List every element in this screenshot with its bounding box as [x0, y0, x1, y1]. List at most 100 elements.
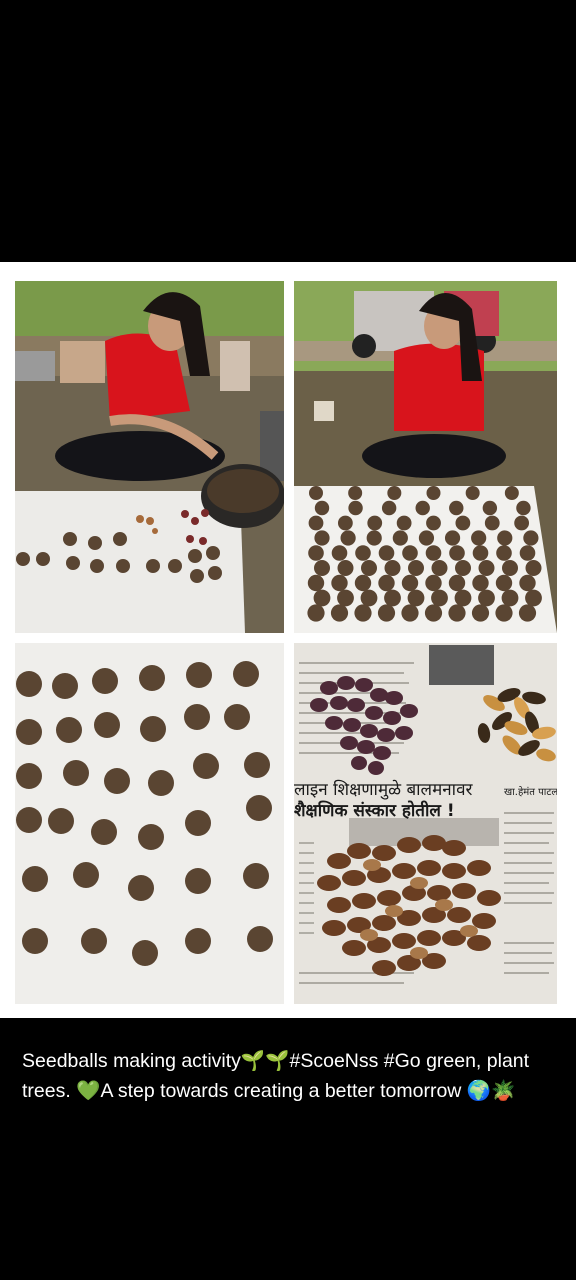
- seedball: [56, 717, 82, 743]
- seedball: [424, 604, 443, 622]
- photo-girl-with-seedballs[interactable]: [294, 281, 557, 633]
- seedball: [308, 545, 324, 561]
- seedball: [519, 545, 536, 561]
- seedball: [331, 574, 348, 592]
- seedball: [132, 940, 158, 966]
- seedball: [186, 662, 212, 688]
- seedball: [444, 530, 461, 546]
- seedball: [519, 574, 536, 592]
- seedball: [431, 560, 448, 576]
- seedball: [244, 752, 270, 778]
- seedball: [497, 530, 513, 546]
- seedball: [501, 589, 519, 607]
- seedball: [384, 560, 401, 576]
- photo-seedballs-closeup[interactable]: [15, 643, 284, 1004]
- photo-girl-making-seedballs[interactable]: [15, 281, 284, 633]
- seedball: [465, 486, 480, 500]
- seedball: [514, 515, 530, 531]
- seedball: [48, 808, 74, 834]
- seedball: [518, 604, 537, 622]
- seedball: [504, 486, 519, 500]
- seedball: [418, 530, 435, 546]
- seedball: [449, 545, 465, 561]
- seedball: [309, 486, 323, 500]
- seedball: [148, 770, 174, 796]
- seedball: [233, 661, 259, 687]
- seedball: [314, 560, 330, 576]
- seedball: [455, 515, 471, 531]
- seedball: [138, 824, 164, 850]
- seedball: [104, 768, 130, 794]
- seedball: [337, 560, 354, 576]
- seedball: [330, 604, 349, 622]
- seedball: [401, 604, 419, 622]
- seedball: [348, 500, 363, 516]
- seedball: [73, 862, 99, 888]
- seedball: [366, 530, 382, 546]
- seedball: [525, 589, 542, 607]
- seedball: [313, 589, 331, 607]
- seedball: [431, 589, 448, 607]
- seedball: [471, 530, 487, 546]
- seedball: [523, 530, 539, 546]
- seedball: [482, 500, 498, 516]
- seedball: [340, 530, 356, 546]
- seedball: [361, 560, 377, 576]
- newspaper-byline: खा.हेमंत पाटल: [504, 786, 557, 798]
- seedball: [246, 795, 272, 821]
- seedball: [307, 604, 325, 622]
- newspaper-headline-line1: लाइन शिक्षणामुळे बालमनावर: [294, 779, 474, 800]
- seedball: [139, 665, 165, 691]
- seedball: [16, 719, 42, 745]
- seedball: [426, 515, 441, 531]
- seedball: [16, 807, 42, 833]
- seedball: [516, 500, 531, 516]
- seedball: [354, 604, 372, 622]
- seedball: [478, 589, 495, 607]
- seedball: [140, 716, 166, 742]
- seedball: [247, 926, 273, 952]
- seedball: [455, 560, 471, 576]
- seedball: [381, 500, 397, 516]
- seedball: [94, 712, 120, 738]
- seedball: [193, 753, 219, 779]
- seedball: [16, 763, 42, 789]
- seedball: [384, 589, 401, 607]
- seedball: [484, 515, 500, 531]
- seedball: [52, 673, 78, 699]
- seedball: [478, 560, 495, 576]
- seedball: [401, 574, 419, 592]
- seedball: [81, 928, 107, 954]
- seedball: [454, 589, 472, 607]
- seedball: [495, 574, 513, 592]
- seedball: [355, 545, 371, 561]
- seedball: [185, 868, 211, 894]
- seedball: [449, 500, 464, 516]
- seedball: [185, 810, 211, 836]
- seedball: [354, 574, 372, 592]
- seedball: [224, 704, 250, 730]
- seedball: [16, 671, 42, 697]
- seedball: [402, 545, 418, 561]
- seedball: [91, 819, 117, 845]
- seedball: [408, 560, 424, 576]
- seedball: [378, 545, 395, 561]
- seedball: [337, 515, 353, 531]
- photo-collage[interactable]: लाइन शिक्षणामुळे बालमनावर शैक्षणिक संस्क…: [0, 262, 576, 1018]
- seedball: [314, 500, 330, 516]
- seedball: [495, 604, 513, 622]
- seedball: [128, 875, 154, 901]
- seedball: [448, 604, 466, 622]
- seedball: [525, 560, 542, 576]
- seedball: [22, 928, 48, 954]
- seedball: [502, 560, 518, 576]
- seedball: [396, 515, 412, 531]
- seedball: [407, 589, 425, 607]
- seedball: [426, 486, 441, 500]
- photo-seeds-on-newspaper[interactable]: लाइन शिक्षणामुळे बालमनावर शैक्षणिक संस्क…: [294, 643, 557, 1004]
- seedball: [22, 866, 48, 892]
- seedball: [392, 530, 408, 546]
- seedball: [378, 574, 395, 592]
- seedball: [348, 486, 363, 500]
- seedball: [472, 545, 489, 561]
